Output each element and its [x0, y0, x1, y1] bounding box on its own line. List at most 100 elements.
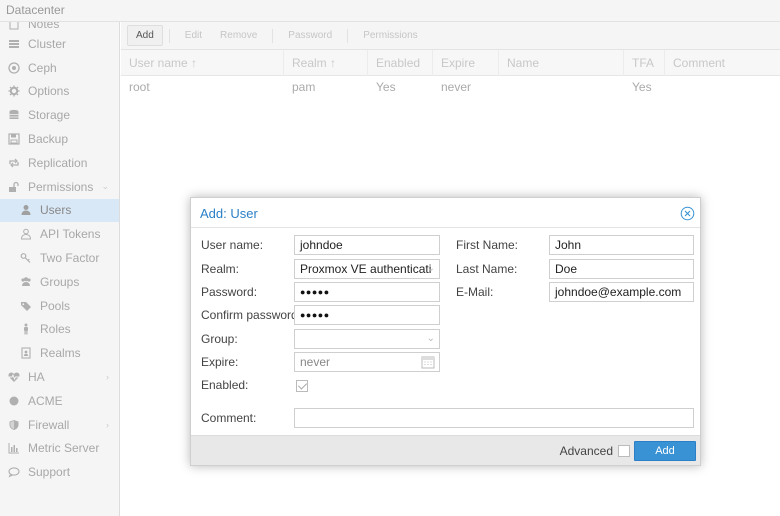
expire-date-field[interactable]: never	[294, 352, 440, 372]
dialog-title: Add: User	[200, 206, 258, 221]
sidebar-item-pools[interactable]: Pools	[0, 294, 119, 318]
toolbar-separator	[168, 28, 170, 43]
header-title: Datacenter	[6, 3, 65, 17]
group-select[interactable]: ⌄	[294, 329, 440, 349]
sidebar-item-notes[interactable]: Notes	[0, 22, 119, 32]
chevron-right-icon[interactable]: ›	[106, 420, 109, 430]
sidebar-item-ha[interactable]: HA ›	[0, 365, 119, 389]
column-header-name[interactable]: Name	[499, 50, 624, 76]
datacenter-header: Datacenter	[0, 0, 780, 22]
sidebar-item-label: Pools	[40, 298, 71, 313]
chevron-down-icon[interactable]: ⌄	[427, 263, 435, 274]
key-icon	[19, 251, 33, 265]
chevron-down-icon[interactable]: ⌄	[427, 333, 435, 344]
sidebar-item-options[interactable]: Options	[0, 80, 119, 104]
column-header-realm[interactable]: Realm ↑	[284, 50, 368, 76]
sidebar-item-two-factor[interactable]: Two Factor	[0, 246, 119, 270]
confirm-password-label: Confirm password:	[201, 308, 302, 322]
cell-comment	[665, 76, 780, 98]
sidebar-item-label: API Tokens	[40, 227, 101, 242]
gear-icon	[7, 84, 21, 98]
sidebar-item-label: Metric Server	[28, 441, 100, 456]
sidebar-item-api-tokens[interactable]: API Tokens	[0, 222, 119, 246]
permissions-button[interactable]: Permissions	[354, 25, 426, 46]
sidebar-item-firewall[interactable]: Firewall ›	[0, 413, 119, 437]
sidebar-item-roles[interactable]: Roles	[0, 318, 119, 342]
sidebar-item-realms[interactable]: Realms	[0, 341, 119, 365]
remove-button[interactable]: Remove	[211, 25, 266, 46]
users-icon	[19, 275, 33, 289]
sidebar-item-users[interactable]: Users	[0, 198, 119, 223]
sidebar-item-ceph[interactable]: Ceph	[0, 56, 119, 80]
enabled-label: Enabled:	[201, 378, 249, 392]
column-header-tfa[interactable]: TFA	[624, 50, 665, 76]
sidebar-item-label: Two Factor	[40, 251, 100, 266]
column-header-username[interactable]: User name ↑	[121, 50, 284, 76]
certificate-icon	[7, 394, 21, 408]
add-user-button[interactable]: Add	[634, 441, 696, 461]
enabled-checkbox[interactable]	[296, 380, 308, 392]
first-name-field[interactable]: John	[549, 235, 694, 255]
column-header-enabled[interactable]: Enabled	[368, 50, 433, 76]
male-icon	[19, 322, 33, 336]
first-name-value: John	[555, 238, 582, 252]
sidebar-item-metric-server[interactable]: Metric Server	[0, 437, 119, 461]
password-label: Password:	[201, 285, 258, 299]
column-header-comment[interactable]: Comment	[665, 50, 780, 76]
realm-label: Realm:	[201, 262, 240, 276]
sidebar-item-label: Permissions	[28, 179, 94, 194]
sidebar-item-cluster[interactable]: Cluster	[0, 32, 119, 56]
username-field[interactable]: johndoe	[294, 235, 440, 255]
cell-realm: pam	[292, 80, 316, 94]
column-header-expire[interactable]: Expire	[433, 50, 499, 76]
sidebar-item-backup[interactable]: Backup	[0, 127, 119, 151]
password-value: ●●●●●	[300, 287, 330, 297]
sidebar-item-permissions[interactable]: Permissions ⌄	[0, 175, 119, 199]
email-field[interactable]: johndoe@example.com	[549, 282, 694, 302]
confirm-password-field[interactable]: ●●●●●	[294, 305, 440, 325]
unlock-icon	[7, 180, 21, 194]
realm-value: Proxmox VE authenticati	[300, 262, 432, 276]
comment-field[interactable]	[294, 408, 694, 428]
users-grid-header: User name ↑ Realm ↑ Enabled Expire Name …	[121, 50, 780, 76]
sidebar-item-replication[interactable]: Replication	[0, 151, 119, 175]
password-button[interactable]: Password	[279, 25, 341, 46]
cell-name	[499, 76, 624, 98]
address-book-icon	[19, 346, 33, 360]
password-field[interactable]: ●●●●●	[294, 282, 440, 302]
confirm-password-value: ●●●●●	[300, 310, 330, 320]
chevron-down-icon[interactable]: ⌄	[101, 181, 109, 192]
user-outline-icon	[19, 227, 33, 241]
sidebar-item-label: Realms	[40, 346, 81, 361]
edit-button[interactable]: Edit	[176, 25, 211, 46]
calendar-icon[interactable]	[421, 355, 435, 371]
ceph-icon	[7, 61, 21, 75]
comments-icon	[7, 465, 21, 479]
advanced-checkbox[interactable]	[618, 445, 630, 457]
sidebar-item-storage[interactable]: Storage	[0, 103, 119, 127]
sidebar-item-label: Firewall	[28, 417, 70, 432]
sidebar-item-groups[interactable]: Groups	[0, 270, 119, 294]
last-name-label: Last Name:	[456, 262, 518, 276]
table-row[interactable]: root pam Yes never Yes	[121, 76, 780, 98]
close-icon[interactable]	[680, 206, 695, 221]
sidebar-item-acme[interactable]: ACME	[0, 389, 119, 413]
bar-chart-icon	[7, 441, 21, 455]
realm-select[interactable]: Proxmox VE authenticati ⌄	[294, 259, 440, 279]
sidebar-item-label: Support	[28, 465, 71, 480]
toolbar-separator	[272, 28, 274, 43]
sidebar-item-label: HA	[28, 370, 45, 385]
sidebar-item-label: Options	[28, 84, 70, 99]
add-button[interactable]: Add	[127, 25, 163, 46]
username-value: johndoe	[300, 238, 343, 252]
sidebar-item-label: Replication	[28, 155, 88, 170]
floppy-icon	[7, 132, 21, 146]
chevron-right-icon[interactable]: ›	[106, 372, 109, 382]
username-label: User name:	[201, 238, 264, 252]
sidebar-item-label: Storage	[28, 108, 71, 123]
cluster-icon	[7, 37, 21, 51]
sidebar-item-support[interactable]: Support	[0, 460, 119, 484]
advanced-label: Advanced	[559, 444, 613, 458]
last-name-field[interactable]: Doe	[549, 259, 694, 279]
group-label: Group:	[201, 332, 238, 346]
